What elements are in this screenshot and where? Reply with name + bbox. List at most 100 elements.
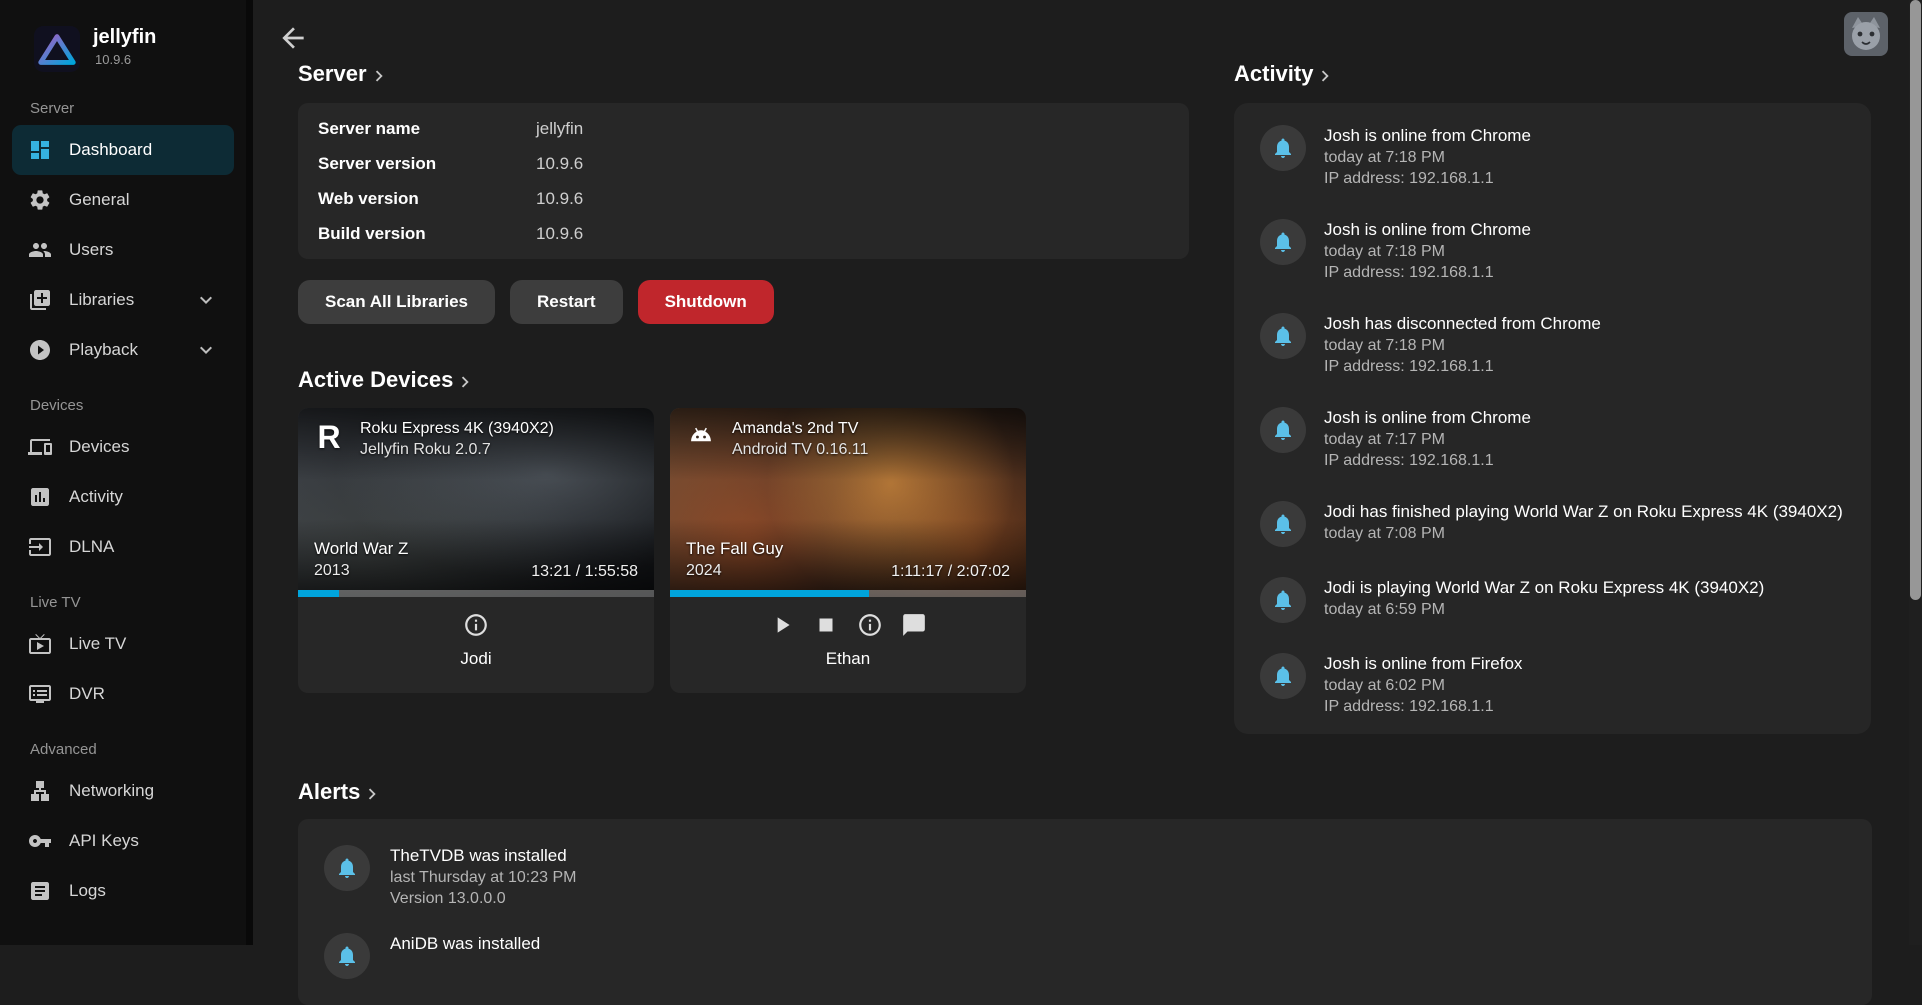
device-client: Android TV 0.16.11: [732, 439, 868, 460]
roku-icon: R: [310, 418, 348, 456]
server-info-card: Server name jellyfin Server version 10.9…: [298, 103, 1189, 259]
play-icon[interactable]: [769, 612, 795, 638]
info-label: Web version: [318, 189, 536, 209]
media-meta: World War Z 2013 13:21 / 1:55:58: [314, 538, 638, 581]
bell-icon: [1260, 219, 1306, 265]
sidebar-item-playback[interactable]: Playback: [12, 325, 234, 375]
shutdown-button[interactable]: Shutdown: [638, 280, 774, 324]
chevron-right-icon: [1314, 65, 1336, 87]
chevron-right-icon: [361, 783, 383, 805]
sidebar-item-dlna[interactable]: DLNA: [12, 522, 234, 572]
now-playing-backdrop: Amanda's 2nd TV Android TV 0.16.11 The F…: [670, 408, 1026, 597]
playback-progress-fill: [670, 590, 869, 597]
media-meta: The Fall Guy 2024 1:11:17 / 2:07:02: [686, 538, 1010, 581]
scrollbar-thumb[interactable]: [1910, 0, 1921, 600]
active-devices-label: Active Devices: [298, 367, 453, 393]
nav-section-devices: Devices: [0, 375, 246, 422]
activity-label: Activity: [1234, 61, 1313, 87]
chevron-down-icon: [194, 338, 218, 362]
chevron-right-icon: [368, 65, 390, 87]
info-icon[interactable]: [857, 612, 883, 638]
activity-time: today at 7:18 PM: [1324, 241, 1531, 262]
sidebar-item-label: General: [69, 190, 129, 210]
playback-time: 13:21 / 1:55:58: [531, 563, 638, 581]
sidebar-item-label: Users: [69, 240, 113, 260]
restart-button[interactable]: Restart: [510, 280, 623, 324]
server-info-row: Build version 10.9.6: [318, 216, 1169, 251]
device-name: Amanda's 2nd TV: [732, 418, 868, 439]
device-card-android-tv[interactable]: Amanda's 2nd TV Android TV 0.16.11 The F…: [670, 408, 1026, 693]
server-actions: Scan All Libraries Restart Shutdown: [298, 280, 774, 324]
activity-item: Josh has disconnected from Chrome today …: [1260, 313, 1845, 377]
server-info-row: Server name jellyfin: [318, 111, 1169, 146]
activity-time: today at 7:08 PM: [1324, 523, 1843, 544]
info-icon[interactable]: [463, 612, 489, 638]
activity-title: Josh is online from Firefox: [1324, 653, 1522, 675]
sidebar-item-libraries[interactable]: Libraries: [12, 275, 234, 325]
page-scrollbar[interactable]: [1909, 0, 1922, 945]
activity-ip: IP address: 192.168.1.1: [1324, 262, 1531, 283]
info-value: jellyfin: [536, 119, 583, 139]
alert-detail: Version 13.0.0.0: [390, 888, 576, 909]
sidebar-item-live-tv[interactable]: Live TV: [12, 619, 234, 669]
activity-item: Josh is online from Chrome today at 7:18…: [1260, 219, 1845, 283]
main-content: Server Server name jellyfin Server versi…: [253, 0, 1922, 945]
server-section-heading[interactable]: Server: [298, 61, 390, 87]
dlna-icon: [28, 535, 52, 559]
playback-progress-bar: [298, 590, 654, 597]
bell-icon: [324, 933, 370, 979]
bell-icon: [1260, 313, 1306, 359]
stop-icon[interactable]: [813, 612, 839, 638]
sidebar: jellyfin 10.9.6 Server Dashboard General…: [0, 0, 253, 945]
chat-icon[interactable]: [901, 612, 927, 638]
activity-heading[interactable]: Activity: [1234, 61, 1336, 87]
live-tv-icon: [28, 632, 52, 656]
nav-section-server: Server: [0, 78, 246, 125]
device-client: Jellyfin Roku 2.0.7: [360, 439, 554, 460]
device-name: Roku Express 4K (3940X2): [360, 418, 554, 439]
now-playing-backdrop: R Roku Express 4K (3940X2) Jellyfin Roku…: [298, 408, 654, 597]
dvr-icon: [28, 682, 52, 706]
sidebar-item-label: Activity: [69, 487, 123, 507]
bell-icon: [1260, 125, 1306, 171]
sidebar-item-users[interactable]: Users: [12, 225, 234, 275]
nav-section-live-tv: Live TV: [0, 572, 246, 619]
scan-all-libraries-button[interactable]: Scan All Libraries: [298, 280, 495, 324]
alert-item: TheTVDB was installed last Thursday at 1…: [298, 833, 1872, 921]
activity-title: Josh is online from Chrome: [1324, 407, 1531, 429]
logs-icon: [28, 879, 52, 903]
activity-title: Jodi has finished playing World War Z on…: [1324, 501, 1843, 523]
avatar-image: [1844, 12, 1888, 56]
playback-time: 1:11:17 / 2:07:02: [891, 563, 1010, 581]
back-arrow-icon[interactable]: [277, 22, 309, 54]
networking-icon: [28, 779, 52, 803]
user-avatar[interactable]: [1844, 12, 1888, 56]
activity-title: Josh is online from Chrome: [1324, 219, 1531, 241]
sidebar-item-devices[interactable]: Devices: [12, 422, 234, 472]
sidebar-item-label: Dashboard: [69, 140, 152, 160]
bell-icon: [1260, 407, 1306, 453]
media-year: 2013: [314, 560, 408, 581]
active-devices-heading[interactable]: Active Devices: [298, 367, 476, 393]
sidebar-item-activity[interactable]: Activity: [12, 472, 234, 522]
sidebar-item-api-keys[interactable]: API Keys: [12, 816, 234, 866]
bell-icon: [324, 845, 370, 891]
activity-ip: IP address: 192.168.1.1: [1324, 356, 1601, 377]
sidebar-item-label: DVR: [69, 684, 105, 704]
device-card-roku[interactable]: R Roku Express 4K (3940X2) Jellyfin Roku…: [298, 408, 654, 693]
sidebar-item-general[interactable]: General: [12, 175, 234, 225]
alert-time: last Thursday at 10:23 PM: [390, 867, 576, 888]
activity-item: Josh is online from Chrome today at 7:17…: [1260, 407, 1845, 471]
sidebar-item-dvr[interactable]: DVR: [12, 669, 234, 719]
sidebar-item-networking[interactable]: Networking: [12, 766, 234, 816]
device-header: R Roku Express 4K (3940X2) Jellyfin Roku…: [298, 408, 654, 470]
sidebar-item-label: Networking: [69, 781, 154, 801]
activity-item: Josh is online from Firefox today at 6:0…: [1260, 653, 1845, 717]
android-tv-icon: [682, 418, 720, 456]
info-label: Build version: [318, 224, 536, 244]
alerts-heading[interactable]: Alerts: [298, 779, 383, 805]
sidebar-item-dashboard[interactable]: Dashboard: [12, 125, 234, 175]
sidebar-item-label: DLNA: [69, 537, 114, 557]
sidebar-item-logs[interactable]: Logs: [12, 866, 234, 916]
device-actions: [670, 597, 1026, 638]
